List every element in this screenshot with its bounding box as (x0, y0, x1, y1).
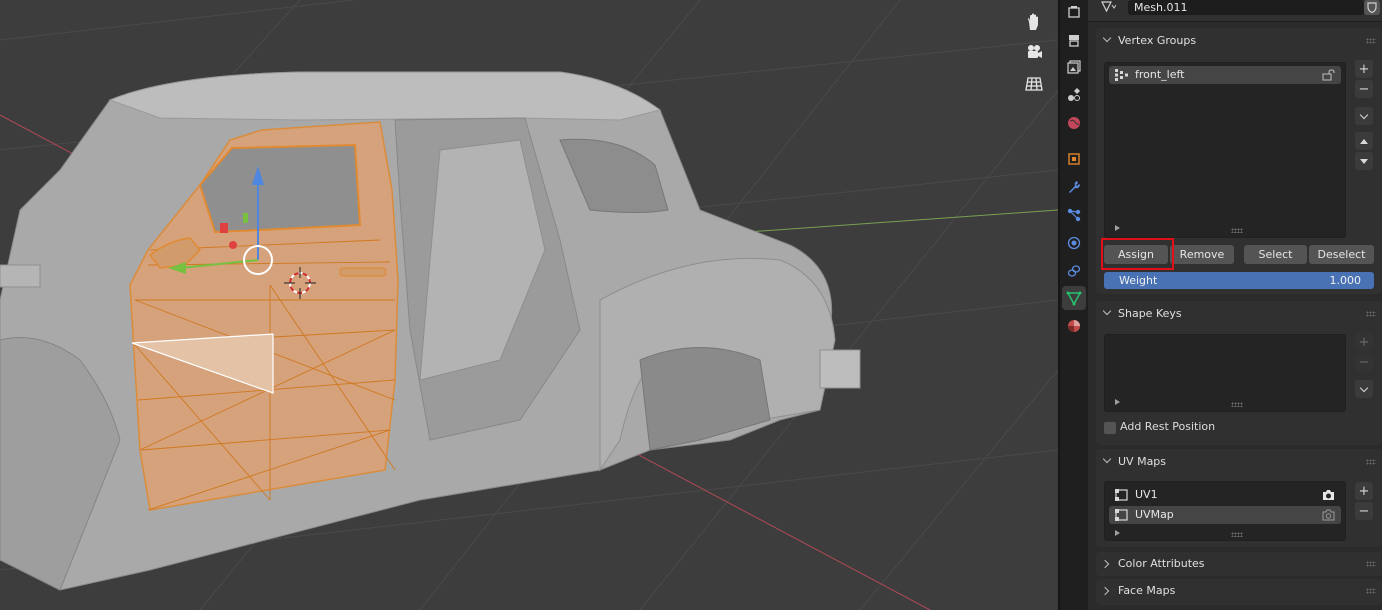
scene-icon[interactable] (1062, 83, 1086, 107)
drag-handle-icon[interactable] (1366, 561, 1376, 567)
chevron-down-icon (1102, 33, 1112, 43)
triangle-up-icon (1360, 138, 1368, 144)
color-attributes-header[interactable]: Color Attributes (1096, 552, 1382, 576)
shape-key-list[interactable] (1104, 334, 1346, 412)
vertex-group-name: front_left (1135, 68, 1185, 81)
particles-icon[interactable] (1062, 203, 1086, 227)
hand-pan-icon[interactable] (1020, 8, 1048, 36)
fake-user-shield-icon[interactable] (1364, 0, 1380, 15)
chevron-right-icon (1100, 586, 1110, 596)
uv-map-icon (1115, 489, 1128, 501)
unlock-icon[interactable] (1322, 69, 1335, 81)
color-attributes-panel: Color Attributes (1096, 552, 1382, 576)
world-icon[interactable] (1062, 111, 1086, 135)
vertex-groups-title: Vertex Groups (1118, 34, 1197, 47)
uv-map-icon (1115, 509, 1128, 521)
add-vertex-group-button[interactable]: + (1355, 60, 1373, 78)
drag-handle-icon[interactable] (1366, 459, 1376, 465)
material-icon[interactable] (1062, 314, 1086, 338)
vertex-groups-header[interactable]: Vertex Groups (1096, 28, 1382, 54)
list-resize-handle[interactable] (1231, 532, 1243, 537)
remove-vertex-group-button[interactable]: − (1355, 80, 1373, 98)
car-model-scene[interactable] (0, 0, 1058, 610)
chevron-down-icon (1102, 306, 1112, 316)
constraints-icon[interactable] (1062, 259, 1086, 283)
add-shape-key-button[interactable]: + (1355, 333, 1373, 351)
shape-keys-header[interactable]: Shape Keys (1096, 301, 1382, 327)
add-rest-position-label: Add Rest Position (1120, 420, 1216, 433)
trunk-bumper (819, 349, 861, 389)
shape-key-specials-button[interactable] (1355, 380, 1373, 398)
camera-render-inactive-icon[interactable] (1322, 509, 1335, 521)
drag-handle-icon[interactable] (1366, 311, 1376, 317)
camera-view-icon[interactable] (1020, 38, 1048, 66)
list-resize-handle[interactable] (1231, 228, 1243, 233)
chevron-down-icon (1102, 454, 1112, 464)
add-rest-position-checkbox[interactable] (1104, 422, 1116, 434)
vertex-groups-panel: Vertex Groups front_left + − Assign Remo… (1096, 28, 1382, 294)
weight-slider[interactable]: Weight 1.000 (1104, 272, 1374, 289)
drag-handle-icon[interactable] (1366, 38, 1376, 44)
3d-viewport[interactable] (0, 0, 1058, 610)
vertex-group-icon (1115, 69, 1128, 81)
remove-uv-map-button[interactable]: − (1355, 502, 1373, 520)
deselect-button[interactable]: Deselect (1309, 245, 1374, 264)
list-resize-handle[interactable] (1231, 402, 1243, 407)
mesh-name-field[interactable]: Mesh.011 (1128, 0, 1364, 15)
uv-maps-header[interactable]: UV Maps (1096, 449, 1382, 475)
uv-maps-panel: UV Maps UV1 UVMap + − (1096, 449, 1382, 547)
weight-value: 1.000 (1329, 274, 1362, 287)
list-item-uvmap[interactable]: UVMap (1109, 506, 1341, 524)
render-icon[interactable] (1062, 0, 1086, 24)
remove-button[interactable]: Remove (1170, 245, 1234, 264)
object-data-icon[interactable] (1062, 286, 1086, 310)
wheel-arch (639, 347, 771, 451)
add-uv-map-button[interactable]: + (1355, 482, 1373, 500)
vertex-group-list[interactable]: front_left (1104, 62, 1346, 238)
vertex-group-specials-button[interactable] (1355, 107, 1373, 125)
object-icon[interactable] (1062, 147, 1086, 171)
chevron-down-icon (1359, 383, 1369, 392)
shape-keys-title: Shape Keys (1118, 307, 1182, 320)
properties-editor: Mesh.011 Vertex Groups front_left + − As… (1088, 0, 1382, 610)
list-options-toggle-icon[interactable] (1115, 399, 1120, 405)
chevron-down-icon (1359, 110, 1369, 119)
remove-shape-key-button[interactable]: − (1355, 353, 1373, 371)
face-maps-header[interactable]: Face Maps (1096, 579, 1382, 603)
output-icon[interactable] (1062, 28, 1086, 52)
drag-handle-icon[interactable] (1366, 588, 1376, 594)
door-handle (339, 267, 387, 277)
roof (108, 71, 662, 121)
move-up-button[interactable] (1355, 132, 1373, 150)
list-item-uv1[interactable]: UV1 (1109, 486, 1341, 504)
select-button[interactable]: Select (1244, 245, 1307, 264)
physics-icon[interactable] (1062, 231, 1086, 255)
properties-tab-bar (1060, 0, 1088, 610)
list-item-front-left[interactable]: front_left (1109, 66, 1341, 84)
list-options-toggle-icon[interactable] (1115, 530, 1120, 536)
face-maps-title: Face Maps (1118, 584, 1176, 597)
grid-icon[interactable] (1020, 70, 1048, 98)
modifier-icon[interactable] (1062, 175, 1086, 199)
shape-keys-panel: Shape Keys + − Add Rest Position (1096, 301, 1382, 445)
face-maps-panel: Face Maps (1096, 579, 1382, 605)
mesh-data-icon (1100, 1, 1117, 16)
side-mirror-base (0, 264, 41, 288)
color-attributes-title: Color Attributes (1118, 557, 1205, 570)
uv-map-name: UVMap (1135, 508, 1174, 521)
assign-highlight-box (1101, 238, 1174, 270)
weight-label: Weight (1119, 274, 1158, 287)
list-options-toggle-icon[interactable] (1115, 225, 1120, 231)
view-layer-icon[interactable] (1062, 55, 1086, 79)
move-down-button[interactable] (1355, 152, 1373, 170)
triangle-down-icon (1360, 158, 1368, 164)
uv-map-list[interactable]: UV1 UVMap (1104, 481, 1346, 541)
chevron-right-icon (1100, 559, 1110, 569)
camera-render-active-icon[interactable] (1322, 489, 1335, 501)
uv-map-name: UV1 (1135, 488, 1158, 501)
uv-maps-title: UV Maps (1118, 455, 1167, 468)
object-data-header: Mesh.011 (1088, 0, 1382, 22)
